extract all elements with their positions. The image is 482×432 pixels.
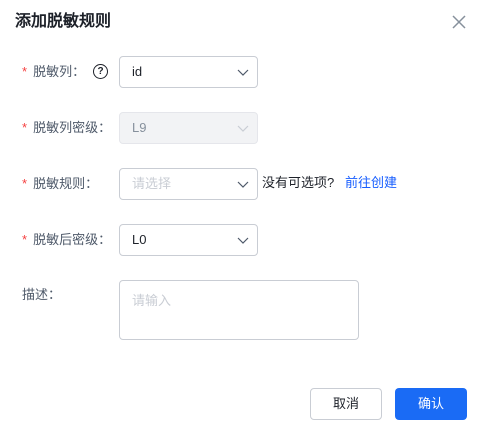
cancel-button[interactable]: 取消 [310, 388, 382, 420]
column-select-value: id [132, 64, 143, 79]
no-option-text: 没有可选项? [262, 175, 335, 190]
form-row-column-level: * 脱敏列密级： L9 [0, 112, 482, 144]
confirm-button[interactable]: 确认 [395, 388, 467, 420]
chevron-down-icon [237, 237, 249, 244]
target-level-label: 脱敏后密级： [33, 232, 112, 247]
description-label: 描述： [22, 287, 62, 302]
chevron-down-icon [237, 181, 249, 188]
description-placeholder: 请输入 [132, 293, 172, 308]
create-rule-link[interactable]: 前往创建 [345, 168, 397, 198]
column-level-label-wrap: * 脱敏列密级： [22, 112, 111, 144]
column-level-value: L9 [132, 120, 147, 135]
required-mark: * [22, 232, 28, 247]
chevron-down-icon [237, 69, 249, 76]
target-level-select[interactable]: L0 [119, 224, 258, 256]
target-level-value: L0 [132, 232, 147, 247]
column-label: 脱敏列： [33, 64, 86, 79]
rule-select[interactable]: 请选择 [119, 168, 258, 200]
chevron-down-icon [237, 125, 249, 132]
required-mark: * [22, 176, 28, 191]
form-row-column: * 脱敏列：? id [0, 56, 482, 88]
form-row-target-level: * 脱敏后密级： L0 [0, 224, 482, 256]
column-level-select: L9 [119, 112, 258, 144]
required-mark: * [22, 64, 28, 79]
add-masking-rule-dialog: 添加脱敏规则 * 脱敏列：? id * 脱敏列密级： L9 * 脱敏规则： 请选择 没… [0, 0, 482, 432]
column-label-wrap: * 脱敏列：? [22, 56, 109, 88]
dialog-title: 添加脱敏规则 [15, 13, 112, 30]
target-level-label-wrap: * 脱敏后密级： [22, 224, 111, 256]
rule-label-wrap: * 脱敏规则： [22, 168, 98, 200]
column-select[interactable]: id [119, 56, 258, 88]
description-textarea[interactable]: 请输入 [119, 280, 359, 340]
help-icon[interactable]: ? [93, 64, 109, 80]
form-row-rule: * 脱敏规则： 请选择 没有可选项? 前往创建 [0, 168, 482, 200]
close-icon[interactable] [450, 13, 468, 31]
rule-label: 脱敏规则： [33, 176, 99, 191]
column-level-label: 脱敏列密级： [33, 120, 112, 135]
rule-select-placeholder: 请选择 [132, 176, 172, 191]
required-mark: * [22, 120, 28, 135]
